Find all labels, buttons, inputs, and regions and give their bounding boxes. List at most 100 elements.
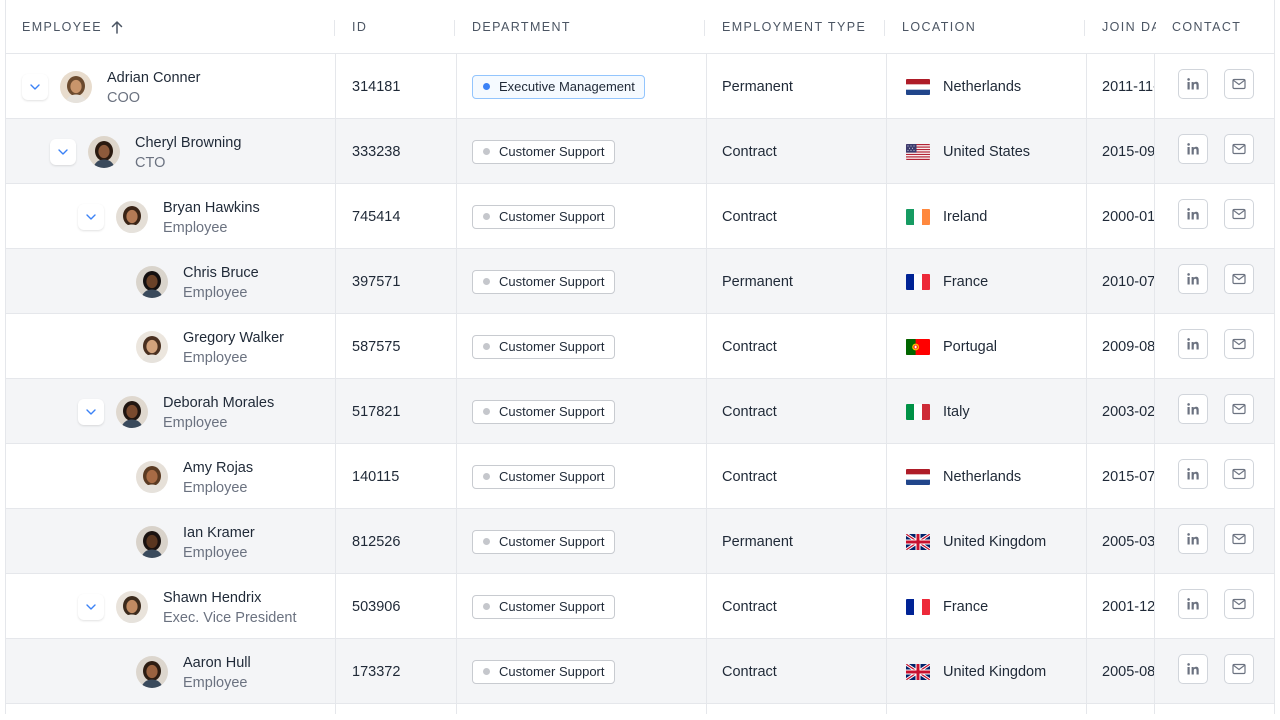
linkedin-icon (1187, 468, 1199, 480)
column-separator[interactable] (454, 20, 455, 36)
employment-type: Contract (722, 403, 777, 420)
column-header-id-label: ID (352, 20, 368, 34)
table-row[interactable]: Deborah Morales Employee 517821 Customer Su… (6, 379, 1274, 444)
email-button[interactable] (1224, 69, 1254, 99)
location-label: Ireland (943, 208, 988, 225)
status-dot-icon (483, 148, 490, 155)
department-badge: Customer Support (472, 529, 615, 554)
fr-flag-icon (906, 273, 930, 290)
employee-id: 503906 (352, 598, 401, 615)
employment-type: Contract (722, 663, 777, 680)
location-label: United Kingdom (943, 663, 1047, 680)
department-badge: Customer Support (472, 139, 615, 164)
department-label: Customer Support (499, 664, 605, 679)
linkedin-icon (1187, 663, 1199, 675)
us-flag-icon (906, 143, 930, 160)
email-button[interactable] (1224, 654, 1254, 684)
join-date: 2015-09 (1102, 143, 1154, 160)
table-row[interactable]: Ian Kramer Employee 812526 Customer Support… (6, 509, 1274, 574)
mail-icon (1232, 533, 1246, 545)
status-dot-icon (483, 603, 490, 610)
table-row[interactable]: Aaron Hull Employee 173372 Customer Support… (6, 639, 1274, 704)
email-button[interactable] (1224, 329, 1254, 359)
email-button[interactable] (1224, 524, 1254, 554)
table-row[interactable]: Shawn Hendrix Exec. Vice President 503906 C… (6, 574, 1274, 639)
linkedin-button[interactable] (1178, 524, 1208, 554)
avatar (136, 526, 168, 558)
join-date: 2010-07 (1102, 273, 1154, 290)
location-label: France (943, 273, 989, 290)
department-badge: Customer Support (472, 659, 615, 684)
employee-title: CTO (135, 155, 166, 171)
column-separator[interactable] (704, 20, 705, 36)
column-header-contact[interactable]: Contact (1156, 0, 1274, 54)
email-button[interactable] (1224, 264, 1254, 294)
fr-flag-icon (906, 598, 930, 615)
gb-flag-icon (906, 663, 930, 680)
column-separator[interactable] (334, 20, 335, 36)
linkedin-button[interactable] (1178, 69, 1208, 99)
expand-toggle-button[interactable] (78, 399, 104, 425)
location-label: Italy (943, 403, 970, 420)
employee-id: 333238 (352, 143, 401, 160)
email-button[interactable] (1224, 589, 1254, 619)
column-header-employee[interactable]: Employee (6, 0, 334, 54)
linkedin-button[interactable] (1178, 654, 1208, 684)
linkedin-button[interactable] (1178, 264, 1208, 294)
department-badge: Customer Support (472, 334, 615, 359)
location-label: France (943, 598, 989, 615)
table-row[interactable]: Cheryl Browning CTO 333238 Customer Support… (6, 119, 1274, 184)
linkedin-button[interactable] (1178, 589, 1208, 619)
linkedin-button[interactable] (1178, 459, 1208, 489)
email-button[interactable] (1224, 199, 1254, 229)
employee-title: Employee (183, 545, 248, 561)
table-row[interactable]: Adrian Conner COO 314181 Executive Manageme… (6, 54, 1274, 119)
column-divider (335, 54, 336, 714)
email-button[interactable] (1224, 459, 1254, 489)
employee-id: 140115 (352, 468, 400, 485)
employment-type: Contract (722, 468, 777, 485)
linkedin-button[interactable] (1178, 329, 1208, 359)
department-badge: Executive Management (472, 74, 645, 99)
employee-title: Employee (183, 675, 248, 691)
expand-toggle-button[interactable] (78, 204, 104, 230)
linkedin-button[interactable] (1178, 134, 1208, 164)
department-badge: Customer Support (472, 594, 615, 619)
linkedin-button[interactable] (1178, 199, 1208, 229)
column-header-location[interactable]: Location (886, 0, 1084, 54)
employee-name: Bryan Hawkins (163, 200, 260, 216)
status-dot-icon (483, 538, 490, 545)
department-badge: Customer Support (472, 464, 615, 489)
column-divider (456, 54, 457, 714)
email-button[interactable] (1224, 134, 1254, 164)
expand-toggle-button[interactable] (22, 74, 48, 100)
employment-type: Contract (722, 598, 777, 615)
email-button[interactable] (1224, 394, 1254, 424)
column-separator[interactable] (1084, 20, 1085, 36)
expand-toggle-button[interactable] (78, 594, 104, 620)
employee-title: Employee (183, 350, 248, 366)
employee-cell: Gregory Walker Employee (183, 328, 284, 368)
column-header-employment-type[interactable]: Employment Type (706, 0, 884, 54)
column-separator[interactable] (884, 20, 885, 36)
department-cell: Customer Support (472, 379, 615, 444)
mail-icon (1232, 273, 1246, 285)
column-header-department[interactable]: Department (456, 0, 704, 54)
mail-icon (1232, 403, 1246, 415)
column-header-id[interactable]: ID (336, 0, 454, 54)
department-label: Customer Support (499, 599, 605, 614)
status-dot-icon (483, 408, 490, 415)
table-row[interactable]: Bryan Hawkins Employee 745414 Customer Supp… (6, 184, 1274, 249)
employee-name: Adrian Conner (107, 70, 201, 86)
table-row[interactable]: Amy Rojas Employee 140115 Customer Support C… (6, 444, 1274, 509)
expand-toggle-button[interactable] (50, 139, 76, 165)
table-row[interactable]: Gregory Walker Employee 587575 Customer Sup… (6, 314, 1274, 379)
column-header-join-date[interactable]: Join Date (1086, 0, 1156, 54)
linkedin-button[interactable] (1178, 394, 1208, 424)
avatar (136, 266, 168, 298)
arrow-up-icon[interactable] (111, 20, 123, 34)
column-divider (886, 54, 887, 714)
employee-name: Shawn Hendrix (163, 590, 262, 606)
table-row[interactable]: Chris Bruce Employee 397571 Customer Suppor… (6, 249, 1274, 314)
chevron-down-icon (58, 149, 68, 155)
